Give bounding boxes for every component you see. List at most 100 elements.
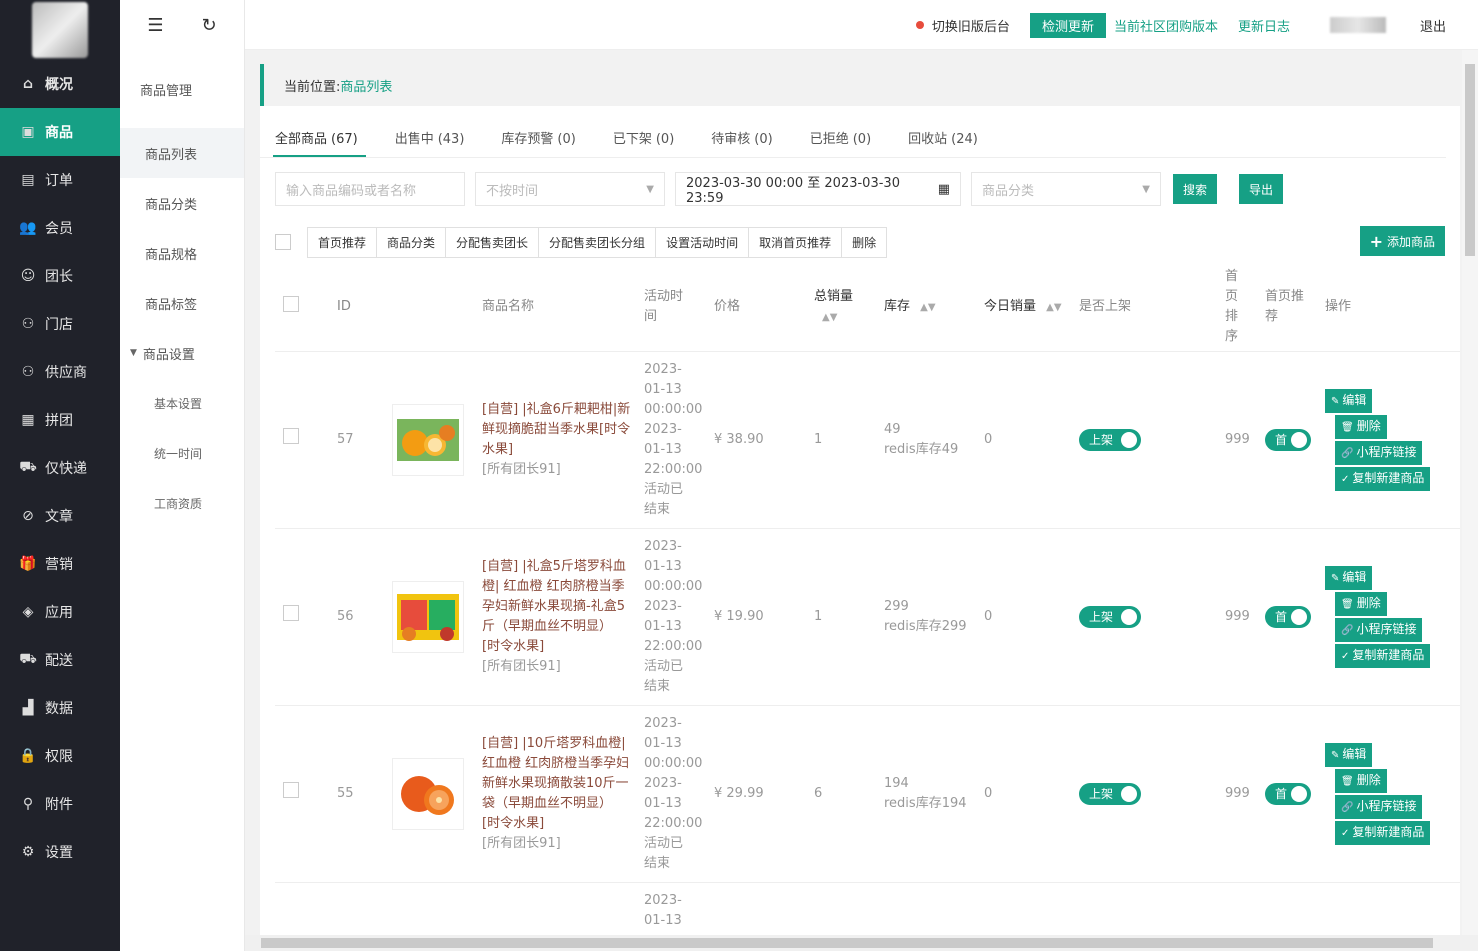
category-select[interactable]: 商品分类 ▼	[971, 172, 1161, 206]
sidebar-item-9[interactable]: ⛟ 仅快递	[0, 444, 120, 492]
current-version-link[interactable]: 当前社区团购版本	[1114, 16, 1218, 35]
tab-4[interactable]: 已下架 (0)	[613, 106, 674, 157]
tab-7[interactable]: 回收站 (24)	[908, 106, 978, 157]
sub-setting-item-2[interactable]: 统一时间	[120, 428, 244, 478]
row-checkbox[interactable]	[283, 605, 299, 621]
tab-5[interactable]: 待审核 (0)	[711, 106, 772, 157]
edit-button[interactable]: ✎ 编辑	[1325, 742, 1373, 767]
sort-icon[interactable]: ▲▼	[822, 312, 837, 323]
sidebar-item-7[interactable]: ⚇ 供应商	[0, 348, 120, 396]
sidebar-item-12[interactable]: ◈ 应用	[0, 588, 120, 636]
tab-3[interactable]: 库存预警 (0)	[501, 106, 575, 157]
sub-setting-item-1[interactable]: 基本设置	[120, 378, 244, 428]
delete-button[interactable]: 🗑 删除	[1335, 414, 1387, 439]
date-range-picker[interactable]: 2023-03-30 00:00 至 2023-03-30 23:59 ▦	[675, 172, 961, 206]
product-name-link[interactable]: [自营] |礼盒5斤塔罗科血橙| 红血橙 红肉脐橙当季孕妇新鲜水果现摘-礼盒5斤…	[482, 557, 634, 657]
batch-button-6[interactable]: 取消首页推荐	[749, 227, 843, 257]
edit-button[interactable]: ✎ 编辑	[1325, 388, 1373, 413]
tab-2[interactable]: 出售中 (43)	[395, 106, 465, 157]
switch-old-admin-link[interactable]: 切换旧版后台	[932, 16, 1010, 35]
sort-icon[interactable]: ▲▼	[920, 302, 935, 313]
sidebar-item-16[interactable]: ⚲ 附件	[0, 780, 120, 828]
avatar[interactable]	[1329, 17, 1386, 33]
sidebar-item-11[interactable]: 🎁 营销	[0, 540, 120, 588]
row-activity-time: 2023- 01-13 00:00:00 2023- 01-13 22:00:00 活动已结…	[644, 528, 714, 706]
tab-label: 出售中	[394, 132, 434, 147]
copy-new-goods-button[interactable]: ✓ 复制新建商品	[1335, 643, 1431, 668]
refresh-icon[interactable]: ↻	[202, 15, 217, 36]
home-recommend-toggle[interactable]: 首	[1265, 605, 1311, 628]
keyword-search-input[interactable]: 输入商品编码或者名称	[275, 172, 465, 206]
sidebar-item-15[interactable]: 🔒 权限	[0, 732, 120, 780]
product-name-link[interactable]: [自营] |10斤塔罗科血橙| 红血橙 红肉脐橙当季孕妇新鲜水果现摘散装10斤一…	[482, 734, 634, 834]
search-button[interactable]: 搜索	[1173, 174, 1218, 204]
product-thumbnail[interactable]	[392, 403, 464, 476]
product-thumbnail[interactable]	[392, 580, 464, 653]
row-checkbox[interactable]	[283, 428, 299, 444]
copy-new-goods-button[interactable]: ✓ 复制新建商品	[1335, 466, 1431, 491]
collapse-menu-icon[interactable]: ☰	[147, 15, 163, 36]
export-button[interactable]: 导出	[1239, 174, 1284, 204]
batch-button-3[interactable]: 分配售卖团长	[446, 227, 540, 257]
sub-item-4[interactable]: 商品标签	[120, 278, 244, 328]
op-label: 编辑	[1342, 746, 1367, 761]
batch-button-4[interactable]: 分配售卖团长分组	[539, 227, 657, 257]
sidebar-item-1[interactable]: ⌂ 概况	[0, 60, 120, 108]
sub-item-3[interactable]: 商品规格	[120, 228, 244, 278]
logout-link[interactable]: 退出	[1420, 16, 1446, 35]
horizontal-scrollbar[interactable]	[245, 935, 1478, 951]
delete-button[interactable]: 🗑 删除	[1335, 768, 1387, 793]
sidebar-item-14[interactable]: ▟ 数据	[0, 684, 120, 732]
caret-down-icon: ▼	[130, 348, 137, 358]
breadcrumb-current[interactable]: 商品列表	[340, 76, 392, 95]
changelog-link[interactable]: 更新日志	[1238, 16, 1290, 35]
onsale-toggle[interactable]: 上架	[1079, 428, 1141, 451]
batch-button-2[interactable]: 商品分类	[377, 227, 447, 257]
add-goods-button[interactable]: + 添加商品	[1359, 226, 1445, 256]
home-recommend-toggle[interactable]: 首	[1265, 782, 1311, 805]
th-today-sales[interactable]: 今日销量 ▲▼	[984, 264, 1079, 352]
check-update-button[interactable]: 检测更新	[1029, 12, 1106, 38]
onsale-toggle[interactable]: 上架	[1079, 782, 1141, 805]
home-recommend-toggle[interactable]: 首	[1265, 428, 1311, 451]
sidebar-item-17[interactable]: ⚙ 设置	[0, 828, 120, 876]
copy-new-goods-button[interactable]: ✓ 复制新建商品	[1335, 820, 1431, 845]
sidebar-item-3[interactable]: ▤ 订单	[0, 156, 120, 204]
miniprogram-link-button[interactable]: 🔗 小程序链接	[1335, 440, 1423, 465]
sub-setting-item-3[interactable]: 工商资质	[120, 478, 244, 528]
select-all-checkbox[interactable]	[283, 295, 299, 312]
tab-6[interactable]: 已拒绝 (0)	[810, 106, 871, 157]
product-thumbnail[interactable]	[392, 757, 464, 830]
tab-1[interactable]: 全部商品 (67)	[273, 106, 366, 157]
sub-item-1[interactable]: 商品列表	[120, 128, 244, 178]
sub-group-goods-settings[interactable]: ▼ 商品设置	[120, 328, 244, 378]
row-operations: ✎ 编辑 🗑 删除 🔗 小程序链接 ✓ 复制新建商品	[1325, 388, 1460, 491]
vertical-scroll-thumb[interactable]	[1465, 64, 1475, 256]
sidebar-item-4[interactable]: 👥 会员	[0, 204, 120, 252]
th-stock[interactable]: 库存 ▲▼	[884, 264, 984, 352]
edit-button[interactable]: ✎ 编辑	[1325, 565, 1373, 590]
vertical-scrollbar[interactable]	[1462, 50, 1478, 935]
horizontal-scroll-thumb[interactable]	[261, 938, 1433, 948]
sub-item-2[interactable]: 商品分类	[120, 178, 244, 228]
sidebar-item-8[interactable]: ▦ 拼团	[0, 396, 120, 444]
miniprogram-link-button[interactable]: 🔗 小程序链接	[1335, 794, 1423, 819]
time-type-select[interactable]: 不按时间 ▼	[475, 172, 665, 206]
batch-button-1[interactable]: 首页推荐	[308, 227, 378, 257]
sidebar-item-2[interactable]: ▣ 商品	[0, 108, 120, 156]
th-sales[interactable]: 总销量 ▲▼	[814, 264, 884, 352]
sidebar-item-6[interactable]: ⚇ 门店	[0, 300, 120, 348]
product-name-link[interactable]: [自营] |礼盒6斤耙耙柑|新鲜现摘脆甜当季水果[时令水果]	[482, 400, 634, 460]
delete-button[interactable]: 🗑 删除	[1335, 591, 1387, 616]
sidebar-item-5[interactable]: ☺ 团长	[0, 252, 120, 300]
batch-button-5[interactable]: 设置活动时间	[656, 227, 750, 257]
batch-button-group: 首页推荐 商品分类 分配售卖团长 分配售卖团长分组 设置活动时间 取消首页推荐 删除	[307, 226, 888, 258]
sidebar-item-10[interactable]: ⊘ 文章	[0, 492, 120, 540]
batch-select-checkbox[interactable]	[275, 234, 291, 250]
batch-button-7[interactable]: 删除	[842, 228, 886, 257]
row-checkbox[interactable]	[283, 782, 299, 798]
onsale-toggle[interactable]: 上架	[1079, 605, 1141, 628]
miniprogram-link-button[interactable]: 🔗 小程序链接	[1335, 617, 1423, 642]
sort-icon[interactable]: ▲▼	[1046, 302, 1061, 313]
sidebar-item-13[interactable]: ⛟ 配送	[0, 636, 120, 684]
